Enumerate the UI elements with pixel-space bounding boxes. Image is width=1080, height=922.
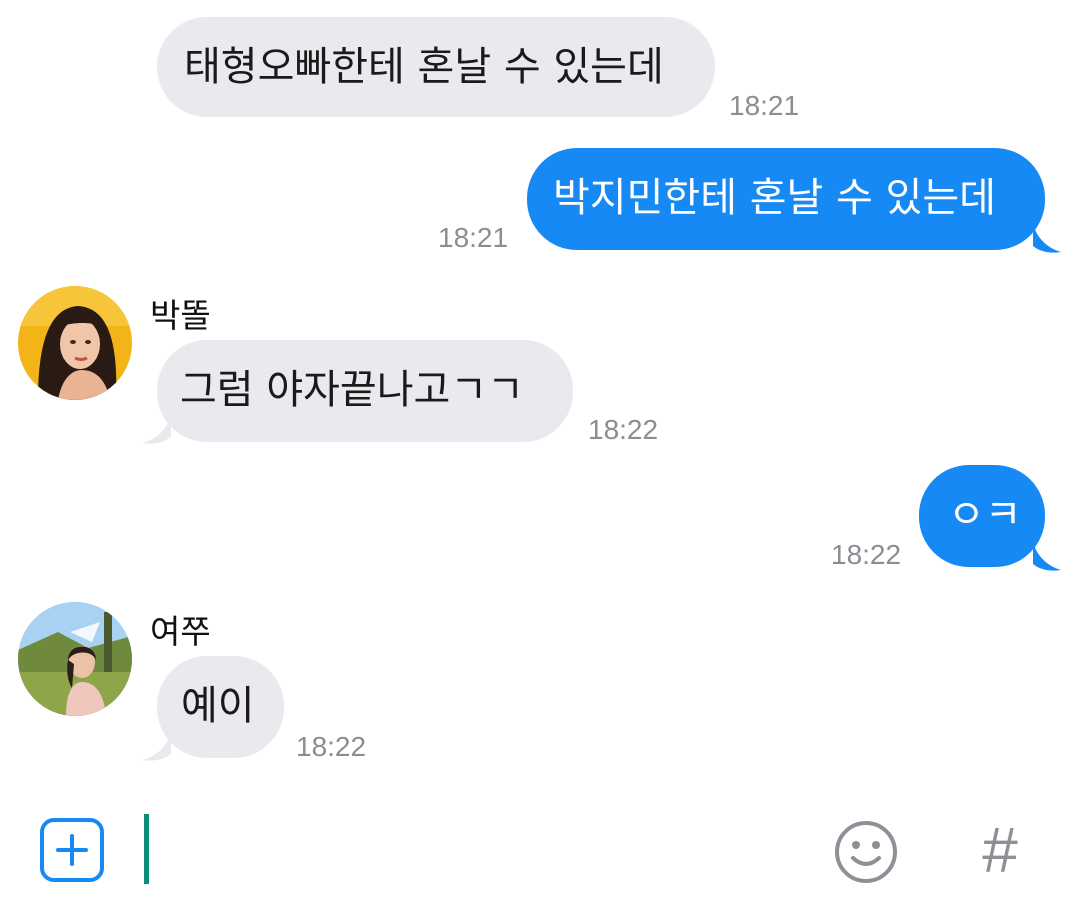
- text-caret: [144, 814, 149, 884]
- plus-square-icon[interactable]: [40, 818, 104, 882]
- outgoing-bubble-tail: [1033, 542, 1061, 571]
- message-timestamp: 18:21: [438, 222, 509, 253]
- chat-thread: 태형오빠한테 혼날 수 있는데 18:21 박지민한테 혼날 수 있는데 18:…: [0, 0, 1080, 922]
- incoming-message-bubble[interactable]: 예이: [157, 656, 284, 758]
- sender-name: 여쭈: [150, 612, 211, 651]
- sender-avatar[interactable]: [18, 286, 132, 400]
- profile-photo-icon: [18, 602, 132, 716]
- outgoing-message-bubble[interactable]: 박지민한테 혼날 수 있는데: [527, 148, 1045, 250]
- outgoing-bubble-tail: [1033, 224, 1061, 253]
- incoming-message-bubble[interactable]: 태형오빠한테 혼날 수 있는데: [157, 17, 715, 117]
- incoming-bubble-tail: [143, 732, 171, 761]
- message-timestamp: 18:22: [296, 731, 367, 762]
- hashtag-button[interactable]: #: [968, 814, 1032, 886]
- outgoing-message-bubble[interactable]: ㅇㅋ: [919, 465, 1045, 567]
- message-timestamp: 18:21: [729, 90, 800, 121]
- message-input-bar: #: [0, 790, 1080, 922]
- sender-name: 박똘: [150, 296, 211, 335]
- message-timestamp: 18:22: [588, 414, 659, 445]
- incoming-bubble-tail: [143, 415, 171, 444]
- sender-avatar[interactable]: [18, 602, 132, 716]
- message-timestamp: 18:22: [831, 539, 902, 570]
- smiley-icon[interactable]: [832, 818, 900, 886]
- incoming-message-bubble[interactable]: 그럼 야자끝나고ㄱㄱ: [157, 340, 573, 442]
- profile-photo-icon: [18, 286, 132, 400]
- message-input[interactable]: [150, 814, 816, 884]
